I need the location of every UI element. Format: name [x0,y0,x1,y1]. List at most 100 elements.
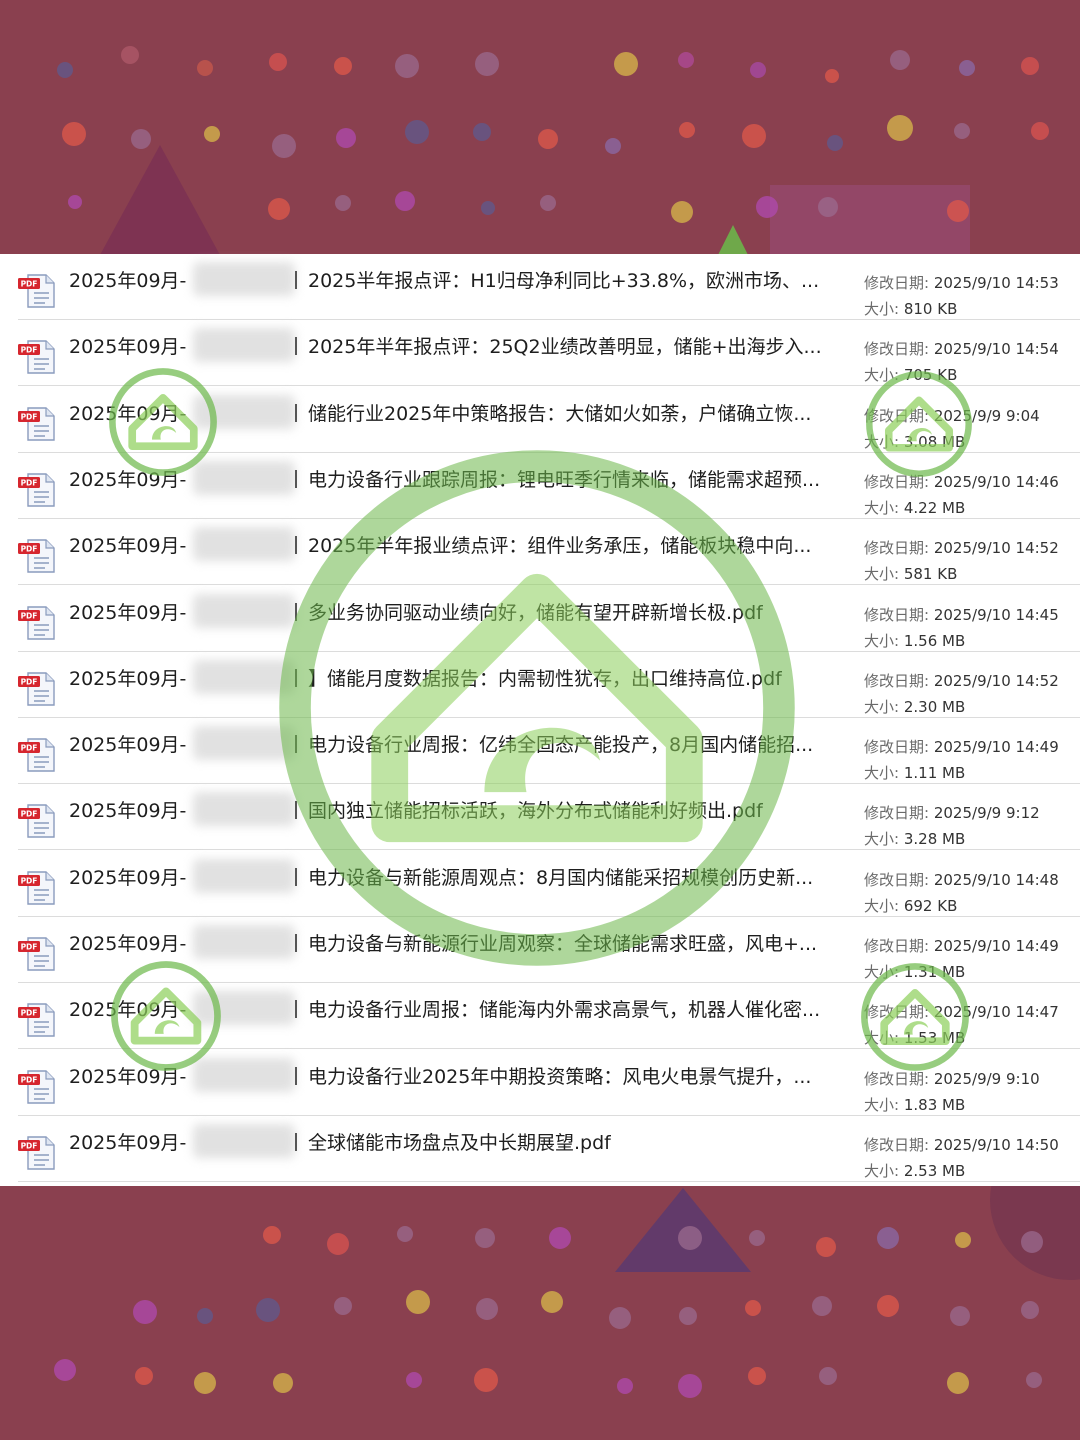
file-name[interactable]: 电力设备行业周报：亿纬全固态产能投产，8月国内储能招... [308,730,813,757]
svg-text:PDF: PDF [21,1009,38,1018]
file-name[interactable]: 2025年半年报点评：25Q2业绩改善明显，储能+出海步入... [308,332,822,359]
file-name[interactable]: 电力设备行业周报：储能海内外需求高景气，机器人催化密... [308,995,820,1022]
pdf-file-icon: PDF [16,536,60,574]
pdf-file-icon: PDF [16,868,60,906]
name-separator [295,1132,297,1151]
modified-date: 2025/9/9 9:04 [933,406,1040,425]
file-row[interactable]: PDF 2025年09月- 电力设备行业周报：亿纬全固态产能投产，8月国内储能招..… [0,718,1080,786]
modified-date: 2025/9/10 14:52 [933,539,1059,558]
size-label: 大小: [864,896,900,915]
file-row[interactable]: PDF 2025年09月- 电力设备行业跟踪周报：锂电旺季行情来临，储能需求超预..… [0,453,1080,519]
svg-text:PDF: PDF [21,677,38,686]
name-separator [295,801,297,820]
modified-label: 修改日期: [864,671,930,690]
modified-date: 2025/9/9 9:12 [933,804,1040,823]
file-row[interactable]: PDF 2025年09月- 储能行业2025年中策略报告：大储如火如荼，户储确立恢.… [0,387,1080,453]
file-name[interactable]: 全球储能市场盘点及中长期展望.pdf [308,1128,611,1155]
size-label: 大小: [864,830,900,849]
file-row[interactable]: PDF 2025年09月- 】储能月度数据报告：内需韧性犹存，出口维持高位.pdf 修… [0,652,1080,718]
svg-text:PDF: PDF [21,478,38,487]
size-label: 大小: [864,432,900,451]
svg-text:PDF: PDF [21,611,38,620]
file-name[interactable]: 2025半年报点评：H1归母净利同比+33.8%，欧洲市场、... [308,266,819,293]
file-row[interactable]: PDF 2025年09月- 全球储能市场盘点及中长期展望.pdf 修改日期: 2025… [0,1116,1080,1182]
file-name[interactable]: 电力设备与新能源周观点：8月国内储能采招规模创历史新... [308,863,813,890]
file-row[interactable]: PDF 2025年09月- 2025年半年报业绩点评：组件业务承压，储能板块稳中向.… [0,519,1080,586]
file-row[interactable]: PDF 2025年09月- 电力设备行业2025年中期投资策略：风电火电景气提升，.… [0,1050,1080,1116]
name-separator [295,934,297,952]
file-meta: 修改日期: 2025/9/10 14:52 大小: 2.30 MB [864,668,1059,720]
svg-text:PDF: PDF [21,744,38,753]
pdf-file-icon: PDF [16,1067,60,1105]
modified-label: 修改日期: [864,1135,930,1154]
file-size: 3.08 MB [903,432,966,451]
redacted-text [193,726,295,761]
modified-label: 修改日期: [864,937,930,955]
redacted-text [193,262,295,296]
file-row[interactable]: PDF 2025年09月- 2025年半年报点评：25Q2业绩改善明显，储能+出海步… [0,320,1080,388]
file-date-prefix: 2025年09月- [69,336,187,359]
file-name[interactable]: 国内独立储能招标活跃，海外分布式储能利好频出.pdf [308,796,763,823]
size-label: 大小: [864,697,900,716]
file-size: 1.31 MB [903,963,966,981]
file-name[interactable]: 电力设备与新能源行业周观察：全球储能需求旺盛，风电+... [308,929,817,956]
redacted-text [193,328,295,363]
modified-label: 修改日期: [864,605,930,624]
modified-date: 2025/9/10 14:54 [933,340,1059,359]
pdf-file-icon: PDF [16,934,60,972]
row-divider [18,1180,1080,1182]
pdf-file-icon: PDF [16,735,60,773]
size-label: 大小: [864,764,900,783]
file-date-prefix: 2025年09月- [69,270,187,292]
file-row[interactable]: PDF 2025年09月- 电力设备行业周报：储能海内外需求高景气，机器人催化密..… [0,983,1080,1050]
pdf-file-icon: PDF [16,1133,60,1171]
modified-date: 2025/9/10 14:45 [933,605,1059,624]
file-date-prefix: 2025年09月- [69,800,187,823]
file-name[interactable]: 储能行业2025年中策略报告：大储如火如荼，户储确立恢... [308,399,811,426]
svg-text:PDF: PDF [21,876,38,885]
file-meta: 修改日期: 2025/9/9 9:12 大小: 3.28 MB [864,800,1040,852]
file-date-prefix: 2025年09月- [69,1131,187,1154]
file-date-prefix: 2025年09月- [69,402,187,425]
svg-text:PDF: PDF [21,810,38,819]
name-separator [295,271,297,289]
redacted-text [193,991,295,1026]
file-date-prefix: 2025年09月- [69,468,187,491]
file-meta: 修改日期: 2025/9/10 14:54 大小: 705 KB [864,336,1059,388]
modified-label: 修改日期: [864,1003,930,1022]
file-meta: 修改日期: 2025/9/10 14:45 大小: 1.56 MB [864,602,1059,654]
file-name[interactable]: 电力设备行业2025年中期投资策略：风电火电景气提升，... [308,1062,811,1089]
modified-label: 修改日期: [864,1069,930,1088]
file-row[interactable]: PDF 2025年09月- 电力设备与新能源行业周观察：全球储能需求旺盛，风电+..… [0,917,1080,983]
redacted-text [193,858,295,893]
file-row[interactable]: PDF 2025年09月- 2025半年报点评：H1归母净利同比+33.8%，欧洲市… [0,254,1080,320]
pdf-file-icon: PDF [16,801,60,839]
pdf-file-icon: PDF [16,271,60,309]
file-row[interactable]: PDF 2025年09月- 电力设备与新能源周观点：8月国内储能采招规模创历史新..… [0,851,1080,917]
file-name[interactable]: 电力设备行业跟踪周报：锂电旺季行情来临，储能需求超预... [308,465,820,492]
size-label: 大小: [864,366,900,385]
name-separator [295,1066,297,1085]
name-separator [295,867,297,886]
file-list: PDF 2025年09月- 2025半年报点评：H1归母净利同比+33.8%，欧洲市… [0,254,1080,1186]
file-date-prefix: 2025年09月- [69,1065,187,1088]
pdf-file-icon: PDF [16,470,60,508]
file-size: 2.53 MB [903,1161,966,1180]
file-meta: 修改日期: 2025/9/10 14:49 大小: 1.11 MB [864,734,1059,786]
file-name[interactable]: 2025年半年报业绩点评：组件业务承压，储能板块稳中向... [308,531,811,558]
file-name[interactable]: 多业务协同驱动业绩向好，储能有望开辟新增长极.pdf [308,598,763,625]
file-size: 692 KB [903,896,958,915]
file-name[interactable]: 】储能月度数据报告：内需韧性犹存，出口维持高位.pdf [308,664,782,691]
file-size: 810 KB [903,300,958,318]
svg-text:PDF: PDF [21,1141,38,1150]
modified-date: 2025/9/9 9:10 [933,1069,1040,1088]
file-date-prefix: 2025年09月- [69,866,187,889]
file-row[interactable]: PDF 2025年09月- 多业务协同驱动业绩向好，储能有望开辟新增长极.pdf 修改… [0,586,1080,652]
pdf-file-icon: PDF [16,669,60,707]
file-date-prefix: 2025年09月- [69,933,187,955]
modified-label: 修改日期: [864,274,930,292]
name-separator [295,735,297,754]
size-label: 大小: [864,1029,900,1048]
file-row[interactable]: PDF 2025年09月- 国内独立储能招标活跃，海外分布式储能利好频出.pdf 修改… [0,784,1080,852]
modified-date: 2025/9/10 14:49 [933,738,1059,757]
